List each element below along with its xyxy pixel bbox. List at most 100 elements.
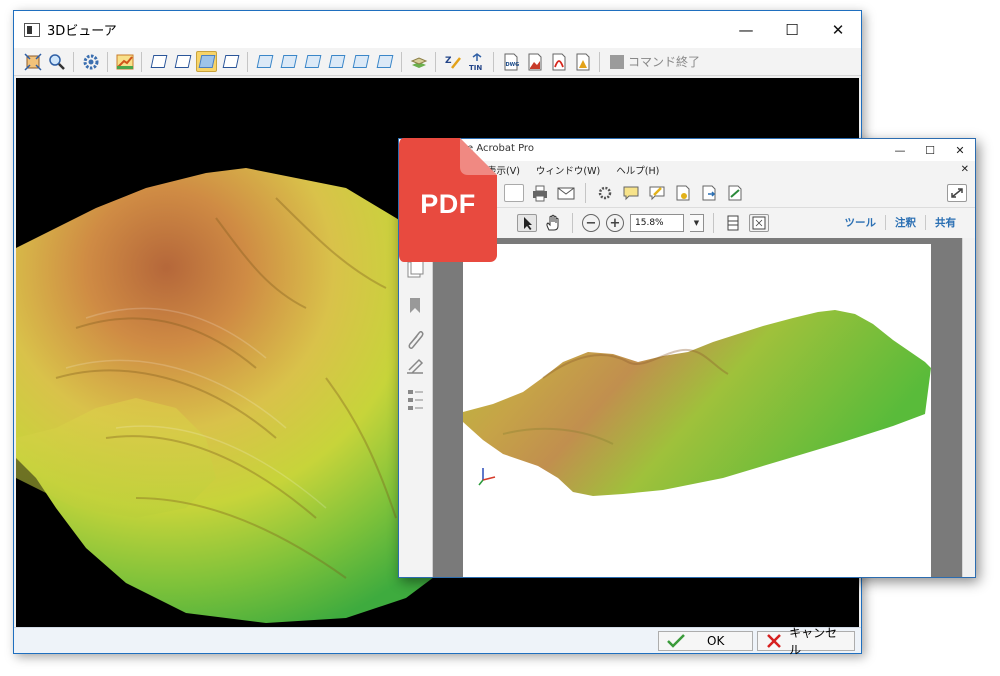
navigation-pane bbox=[399, 238, 433, 577]
view-left-button[interactable] bbox=[302, 51, 323, 72]
view-front-button[interactable] bbox=[172, 51, 193, 72]
toolbar-separator bbox=[493, 51, 494, 72]
zoom-dropdown-arrow[interactable]: ▼ bbox=[690, 214, 704, 232]
toolbar-separator bbox=[73, 51, 74, 72]
check-icon bbox=[667, 634, 685, 648]
settings-gear-icon[interactable] bbox=[595, 184, 615, 202]
email-icon[interactable] bbox=[556, 184, 576, 202]
svg-text:DWG: DWG bbox=[505, 62, 519, 68]
acrobat-minimize-button[interactable]: — bbox=[885, 139, 915, 161]
cube-icon bbox=[222, 55, 239, 68]
ok-button[interactable]: OK bbox=[658, 631, 753, 651]
bookmark-icon[interactable] bbox=[410, 298, 420, 313]
axis-triad-icon bbox=[478, 468, 496, 486]
acrobat-document-area bbox=[399, 238, 975, 577]
pdf-3d-model bbox=[463, 310, 931, 496]
maximize-button[interactable]: ☐ bbox=[769, 11, 815, 48]
export-dwg-button[interactable]: DWG bbox=[500, 51, 521, 72]
vertical-scrollbar[interactable] bbox=[962, 238, 975, 577]
ok-label: OK bbox=[707, 634, 725, 648]
cube-icon bbox=[304, 55, 321, 68]
pdf-badge: PDF bbox=[398, 137, 498, 263]
acrobat-close-button[interactable]: ✕ bbox=[945, 139, 975, 161]
cube-icon bbox=[280, 55, 297, 68]
fit-width-icon[interactable] bbox=[723, 214, 743, 232]
fit-page-icon[interactable] bbox=[749, 214, 769, 232]
toolbar-separator bbox=[713, 213, 714, 233]
toolbar-separator bbox=[247, 51, 248, 72]
tin-button[interactable]: TIN bbox=[466, 51, 487, 72]
z-scale-icon: Z bbox=[445, 56, 461, 69]
export-pdf-button[interactable] bbox=[548, 51, 569, 72]
stamp-icon[interactable] bbox=[673, 184, 693, 202]
settings-button[interactable] bbox=[80, 51, 101, 72]
z-scale-button[interactable]: Z bbox=[442, 51, 463, 72]
menu-window[interactable]: ウィンドウ(W) bbox=[536, 163, 600, 177]
3d-file-icon bbox=[576, 53, 589, 70]
minimize-button[interactable]: — bbox=[723, 11, 769, 48]
layers-panel-icon[interactable] bbox=[408, 390, 423, 410]
zoom-level-field[interactable]: 15.8% bbox=[630, 214, 684, 232]
view-iso-button[interactable] bbox=[374, 51, 395, 72]
cross-icon bbox=[767, 634, 781, 648]
save-icon[interactable] bbox=[504, 183, 524, 202]
cube-icon bbox=[328, 55, 345, 68]
svg-text:Z: Z bbox=[445, 56, 452, 66]
view-solid-button[interactable] bbox=[220, 51, 241, 72]
cube-icon bbox=[256, 55, 273, 68]
window-controls: — ☐ ✕ bbox=[723, 11, 861, 48]
toolbar-separator bbox=[107, 51, 108, 72]
share-link[interactable]: 共有 bbox=[925, 215, 965, 230]
end-command-button[interactable]: コマンド終了 bbox=[610, 53, 700, 70]
fit-view-button[interactable] bbox=[22, 51, 43, 72]
highlight-icon[interactable] bbox=[647, 184, 667, 202]
view-bottom-button[interactable] bbox=[278, 51, 299, 72]
acrobat-window-controls: — ☐ ✕ bbox=[885, 139, 975, 161]
cube-icon bbox=[376, 55, 393, 68]
cancel-label: キャンセル bbox=[789, 626, 838, 657]
zoom-button[interactable] bbox=[46, 51, 67, 72]
tools-link[interactable]: ツール bbox=[836, 215, 886, 230]
color-map-button[interactable] bbox=[114, 51, 135, 72]
toolbar-separator bbox=[435, 51, 436, 72]
export-icon[interactable] bbox=[699, 184, 719, 202]
zoom-in-button[interactable]: + bbox=[606, 214, 624, 232]
export-image-button[interactable] bbox=[524, 51, 545, 72]
close-document-icon[interactable]: ✕ bbox=[961, 164, 969, 175]
view-right-button[interactable] bbox=[326, 51, 347, 72]
image-file-icon bbox=[528, 53, 541, 70]
view-wire-button[interactable] bbox=[148, 51, 169, 72]
pdf-badge-text: PDF bbox=[420, 189, 476, 219]
attachment-icon[interactable] bbox=[408, 331, 424, 349]
acrobat-maximize-button[interactable]: ☐ bbox=[915, 139, 945, 161]
print-icon[interactable] bbox=[530, 184, 550, 202]
view-back-button[interactable] bbox=[350, 51, 371, 72]
view-shaded-button[interactable] bbox=[196, 51, 217, 72]
zoom-out-button[interactable]: − bbox=[582, 214, 600, 232]
layers-button[interactable] bbox=[408, 51, 429, 72]
end-command-icon bbox=[610, 54, 624, 69]
layers-icon bbox=[410, 56, 427, 68]
select-cursor-icon[interactable] bbox=[517, 214, 537, 232]
dialog-footer: OK キャンセル bbox=[14, 626, 861, 657]
cancel-button[interactable]: キャンセル bbox=[757, 626, 855, 657]
expand-icon[interactable] bbox=[947, 183, 967, 202]
cube-icon bbox=[174, 55, 191, 68]
dwg-file-icon: DWG bbox=[504, 53, 519, 70]
toolbar-separator bbox=[401, 51, 402, 72]
toolbar-separator bbox=[572, 213, 573, 233]
pdf-page[interactable] bbox=[463, 244, 931, 577]
signature-icon[interactable] bbox=[407, 358, 424, 374]
export-3d-button[interactable] bbox=[572, 51, 593, 72]
app-icon bbox=[24, 22, 40, 37]
sign-icon[interactable] bbox=[725, 184, 745, 202]
title-bar[interactable]: 3Dビューア — ☐ ✕ bbox=[14, 11, 861, 48]
menu-help[interactable]: ヘルプ(H) bbox=[616, 163, 659, 177]
hand-tool-icon[interactable] bbox=[543, 214, 563, 232]
comment-icon[interactable] bbox=[621, 184, 641, 202]
view-top-button[interactable] bbox=[254, 51, 275, 72]
fit-view-icon bbox=[23, 52, 42, 71]
comment-link[interactable]: 注釈 bbox=[885, 215, 925, 230]
close-button[interactable]: ✕ bbox=[815, 11, 861, 48]
gear-icon bbox=[83, 54, 98, 69]
